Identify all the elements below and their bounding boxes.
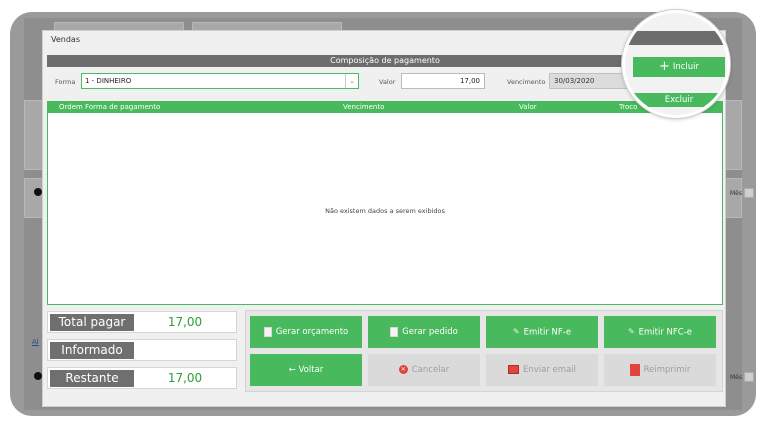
vencimento-label: Vencimento [507, 78, 546, 86]
background-panel [24, 100, 44, 170]
zoom-header-strip [625, 31, 727, 45]
excluir-label: Excluir [664, 95, 694, 105]
emitir-nfe-button[interactable]: ✎ Emitir NF-e [486, 316, 598, 348]
total-pagar-value: 17,00 [167, 315, 203, 329]
info-icon[interactable] [34, 188, 42, 196]
informado-label: Informado [50, 342, 134, 359]
pin-icon: ✎ [512, 327, 520, 336]
gerar-pedido-button[interactable]: Gerar pedido [368, 316, 480, 348]
emitir-nfce-button[interactable]: ✎ Emitir NFC-e [604, 316, 716, 348]
incluir-label: Incluir [672, 62, 700, 72]
enviar-email-button[interactable]: Enviar email [486, 354, 598, 386]
month-field[interactable] [744, 188, 754, 198]
chevron-down-icon[interactable]: ⌄ [345, 74, 358, 88]
restante-row: Restante 17,00 [47, 367, 237, 389]
modal-title: Vendas [51, 35, 80, 44]
actions-panel: Gerar orçamento Gerar pedido ✎ Emitir NF-… [245, 310, 723, 392]
pdf-icon [629, 363, 640, 376]
pin-icon: ✎ [627, 327, 635, 336]
zoom-magnifier: + Incluir Excluir [622, 10, 730, 118]
empty-message: Não existem dados a serem exibidos [325, 207, 445, 215]
restante-value: 17,00 [167, 371, 203, 385]
payment-modal: Vendas Composição de pagamento Forma 1 -… [42, 30, 726, 407]
voltar-button[interactable]: ← Voltar [250, 354, 362, 386]
document-icon [263, 326, 272, 337]
document-icon [390, 326, 399, 337]
email-icon [508, 365, 519, 374]
total-pagar-row: Total pagar 17,00 [47, 311, 237, 333]
gerar-orcamento-button[interactable]: Gerar orçamento [250, 316, 362, 348]
forma-select[interactable]: 1 - DINHEIRO ⌄ [81, 73, 359, 89]
voltar-label: ← Voltar [288, 365, 324, 375]
background-link[interactable]: Al [32, 338, 39, 346]
valor-label: Valor [379, 78, 396, 86]
informado-row: Informado [47, 339, 237, 361]
month-label: Mês [730, 374, 742, 381]
cancel-icon: ✕ [398, 365, 408, 374]
valor-input[interactable]: 17,00 [401, 73, 485, 89]
background-panel [724, 100, 742, 170]
cancelar-button[interactable]: ✕ Cancelar [368, 354, 480, 386]
emitir-nfe-label: Emitir NF-e [523, 327, 572, 338]
enviar-email-label: Enviar email [523, 365, 576, 375]
cancelar-label: Cancelar [411, 365, 450, 375]
reimprimir-label: Reimprimir [643, 365, 691, 375]
info-icon[interactable] [34, 372, 42, 380]
reimprimir-button[interactable]: Reimprimir [604, 354, 716, 386]
payments-grid: Não existem dados a serem exibidos [47, 113, 723, 305]
gerar-orcamento-label: Gerar orçamento [275, 327, 349, 337]
grid-header: Ordem Forma de pagamento Vencimento Valo… [47, 101, 723, 113]
forma-select-value: 1 - DINHEIRO [85, 77, 132, 85]
gerar-pedido-label: Gerar pedido [402, 327, 458, 337]
emitir-nfce-label: Emitir NFC-e [638, 327, 693, 338]
forma-label: Forma [55, 78, 76, 86]
plus-icon: + [658, 59, 670, 74]
month-label: Mês [730, 190, 742, 197]
column-header-ordem[interactable]: Ordem Forma de pagamento [59, 101, 160, 113]
column-header-vencimento[interactable]: Vencimento [343, 101, 384, 113]
restante-label: Restante [50, 370, 134, 387]
column-header-valor[interactable]: Valor [519, 101, 537, 113]
incluir-button[interactable]: + Incluir [633, 57, 725, 77]
month-field[interactable] [744, 372, 754, 382]
excluir-button[interactable]: Excluir [625, 93, 727, 107]
total-pagar-label: Total pagar [50, 314, 134, 331]
